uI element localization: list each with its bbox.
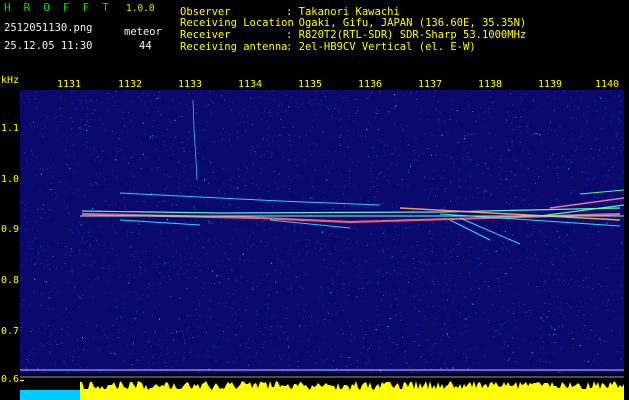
spectrogram-canvas (20, 90, 624, 400)
meteor-trace (449, 219, 491, 241)
freq-tick-label: 1.1 (1, 123, 20, 134)
location-value: : Ogaki, Gifu, JAPAN (136.60E, 35.35N) (286, 17, 527, 29)
freq-tick-label: 1.0 (1, 174, 20, 185)
time-tick-label: 1133 (178, 79, 203, 90)
baseline-level (20, 390, 80, 400)
signal-level-trace (80, 381, 624, 400)
freq-tick-label: 0.8 (1, 275, 20, 286)
freq-tick-label: 0.9 (1, 224, 20, 235)
spectrogram (20, 90, 624, 400)
filename: 2512051130.png (4, 22, 93, 34)
time-tick-label: 1132 (118, 79, 143, 90)
meteor-trace (459, 217, 521, 245)
time-tick-label: 1135 (298, 79, 323, 90)
meteor-trace (119, 192, 381, 206)
noise-layer (20, 90, 624, 374)
app-name: H R O F F T (4, 1, 113, 14)
receiver-value: : R820T2(RTL-SDR) SDR-Sharp 53.1000MHz (286, 29, 527, 41)
right-margin (624, 74, 629, 400)
time-tick-label: 1139 (538, 79, 563, 90)
freq-tick-label: 0.6 (1, 374, 20, 385)
location-label: Receiving Location (180, 17, 294, 29)
meteor-trace (579, 189, 624, 195)
meteor-trace (81, 207, 621, 214)
app-version: 1.0.0 (126, 3, 155, 14)
header-panel: H R O F F T 1.0.0 2512051130.png meteor … (0, 0, 629, 74)
time-tick-label: 1138 (478, 79, 503, 90)
time-tick-label: 1136 (358, 79, 383, 90)
category-label: meteor (124, 26, 162, 38)
meteor-trace (119, 219, 201, 226)
time-tick-label: 1134 (238, 79, 263, 90)
receiver-label: Receiver (180, 29, 231, 41)
freq-unit-label: kHz (1, 75, 20, 86)
time-tick-label: 1131 (57, 79, 82, 90)
detection-count: 44 (139, 40, 152, 52)
antenna-value: : 2el-HB9CV Vertical (el. E-W) (286, 41, 476, 53)
datetime: 25.12.05 11:30 (4, 40, 93, 52)
time-tick-label: 1137 (418, 79, 443, 90)
freq-tick-label: 0.7 (1, 326, 20, 337)
antenna-label: Receiving antenna (180, 41, 288, 53)
time-tick-label: 1140 (595, 79, 620, 90)
meteor-trace (192, 99, 198, 181)
